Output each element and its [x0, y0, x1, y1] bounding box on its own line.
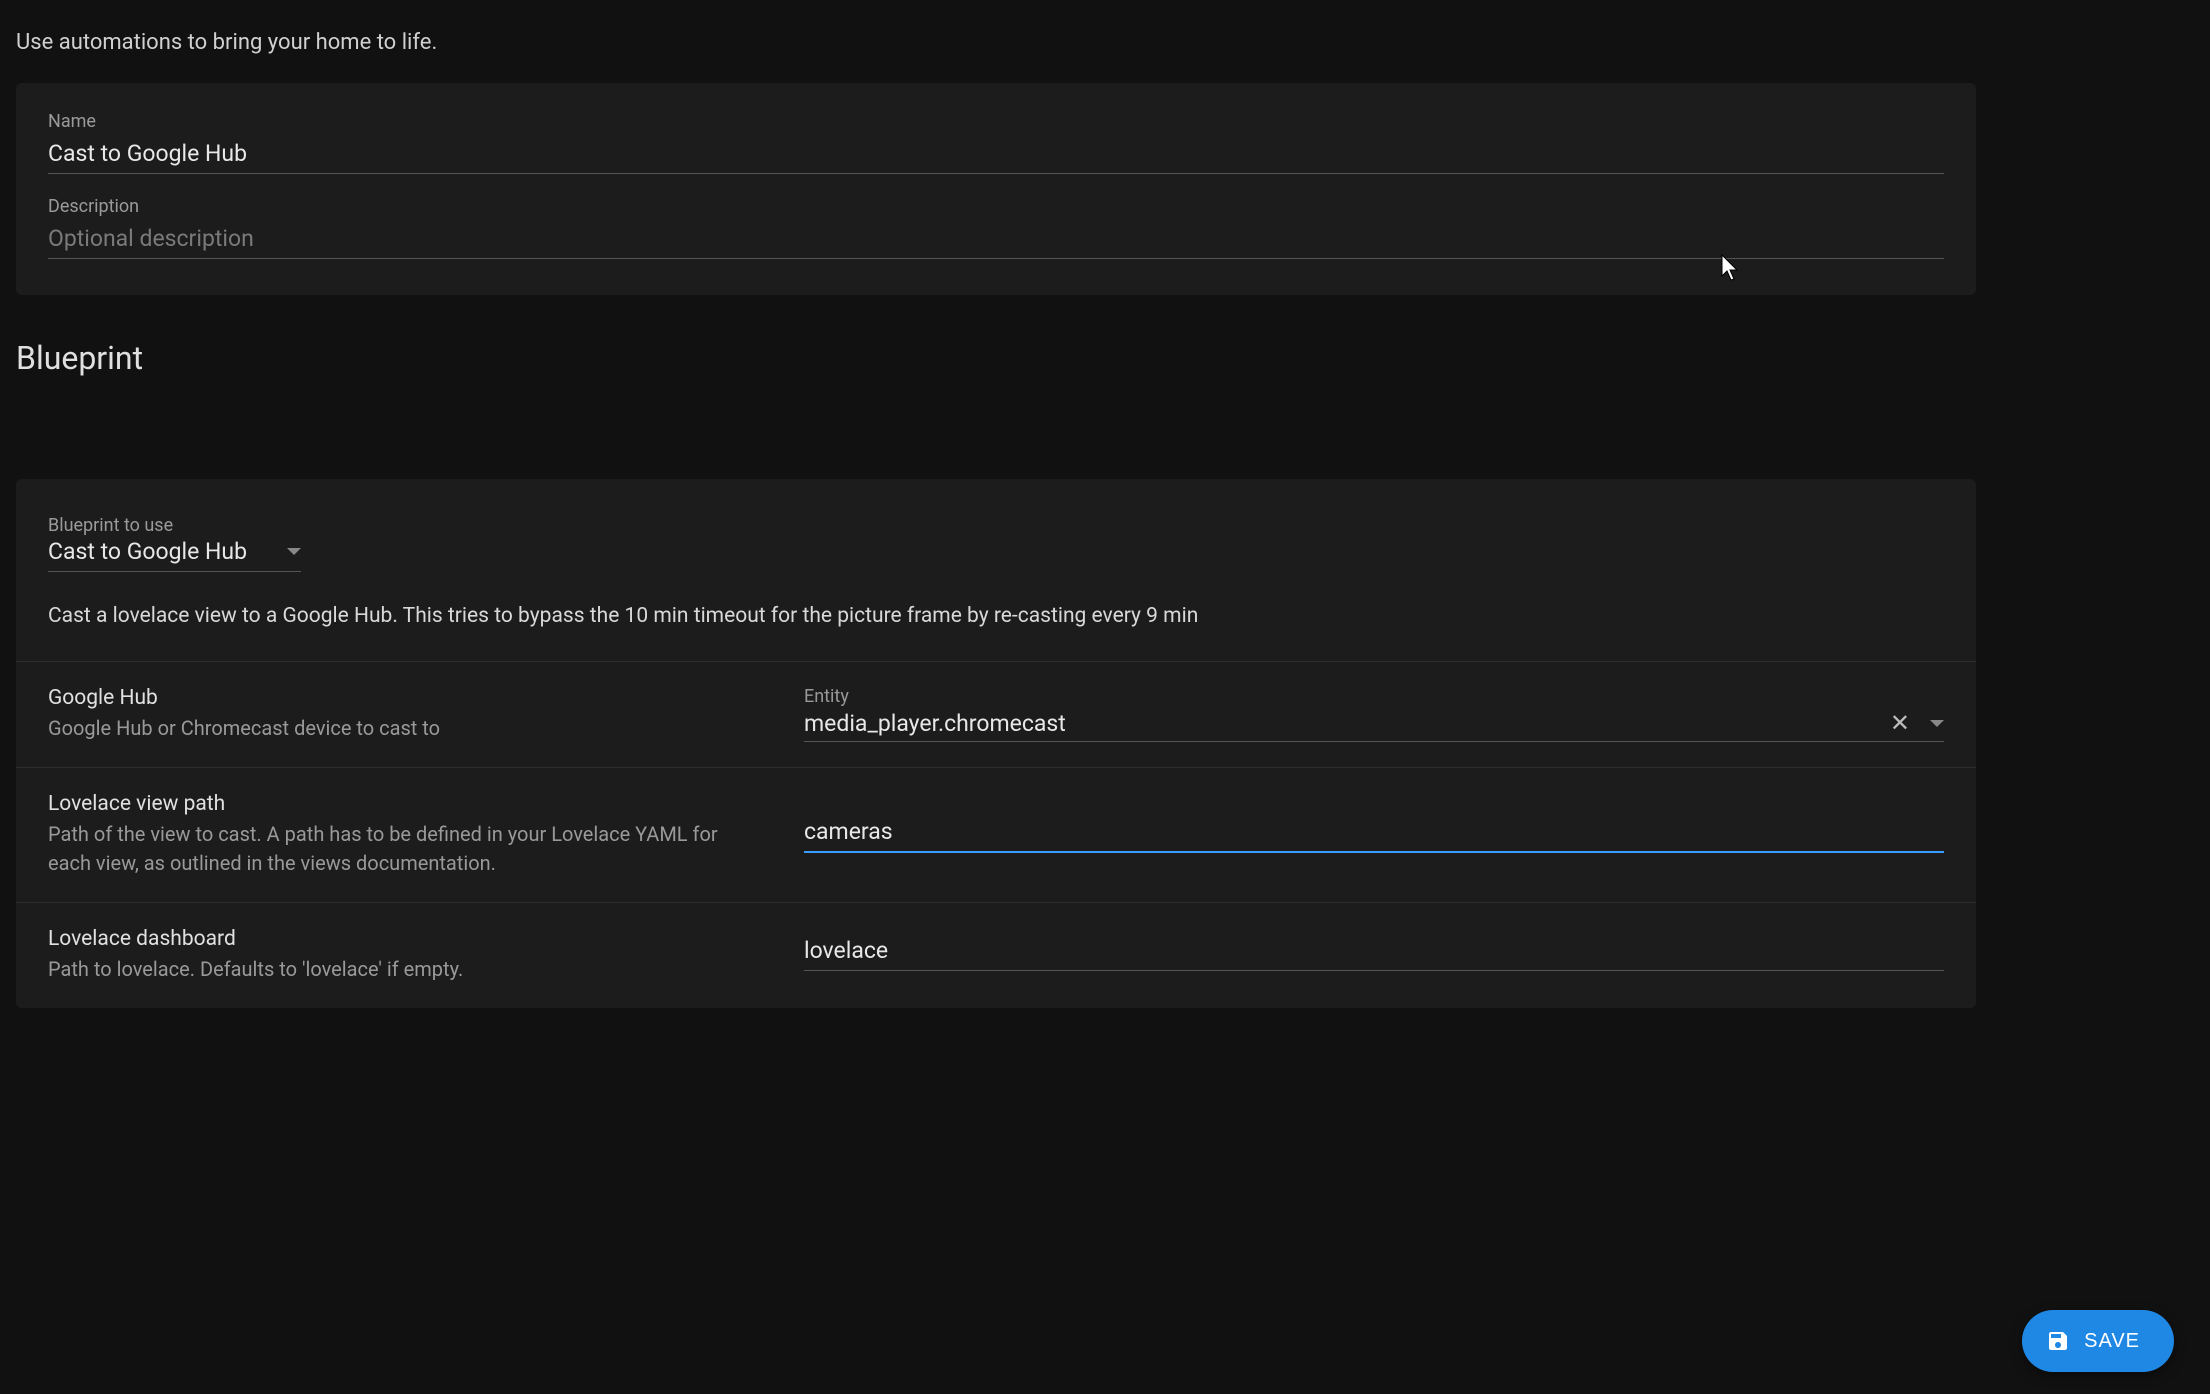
blueprint-heading: Blueprint	[16, 295, 2194, 407]
clear-icon[interactable]: ✕	[1878, 709, 1922, 737]
row-dashboard-right	[804, 927, 1944, 971]
row-google-hub-right: Entity ✕	[804, 686, 1944, 742]
row-dashboard-title: Lovelace dashboard	[48, 927, 764, 951]
blueprint-select-value: Cast to Google Hub	[48, 538, 247, 565]
name-input[interactable]	[48, 136, 1944, 174]
name-description-card: Name Description	[16, 83, 1976, 295]
description-input[interactable]	[48, 221, 1944, 259]
blueprint-header: Blueprint to use Cast to Google Hub Cast…	[16, 479, 1976, 662]
blueprint-description: Cast a lovelace view to a Google Hub. Th…	[48, 602, 1944, 631]
view-path-input[interactable]	[804, 818, 1944, 853]
description-field-wrap: Description	[48, 196, 1944, 259]
row-google-hub: Google Hub Google Hub or Chromecast devi…	[16, 662, 1976, 768]
row-dashboard-left: Lovelace dashboard Path to lovelace. Def…	[48, 927, 804, 984]
row-view-path-right	[804, 792, 1944, 853]
dashboard-input[interactable]	[804, 937, 1944, 971]
row-view-path-title: Lovelace view path	[48, 792, 764, 816]
name-field-wrap: Name	[48, 111, 1944, 174]
entity-input-wrap: ✕	[804, 709, 1944, 742]
row-google-hub-title: Google Hub	[48, 686, 764, 710]
chevron-down-icon	[287, 548, 301, 555]
blueprint-select-label: Blueprint to use	[48, 515, 1944, 536]
blueprint-select[interactable]: Cast to Google Hub	[48, 538, 301, 572]
save-button-label: SAVE	[2084, 1330, 2140, 1353]
description-label: Description	[48, 196, 1944, 217]
row-view-path-help: Path of the view to cast. A path has to …	[48, 820, 764, 878]
row-google-hub-help: Google Hub or Chromecast device to cast …	[48, 714, 764, 743]
name-label: Name	[48, 111, 1944, 132]
intro-text: Use automations to bring your home to li…	[16, 0, 2194, 83]
blueprint-card: Blueprint to use Cast to Google Hub Cast…	[16, 479, 1976, 1008]
row-dashboard: Lovelace dashboard Path to lovelace. Def…	[16, 903, 1976, 1008]
save-button[interactable]: SAVE	[2022, 1310, 2174, 1372]
entity-input[interactable]	[804, 710, 1878, 737]
dropdown-icon[interactable]	[1930, 720, 1944, 727]
row-google-hub-left: Google Hub Google Hub or Chromecast devi…	[48, 686, 804, 743]
row-view-path: Lovelace view path Path of the view to c…	[16, 768, 1976, 903]
row-view-path-left: Lovelace view path Path of the view to c…	[48, 792, 804, 878]
entity-label: Entity	[804, 686, 1944, 707]
row-dashboard-help: Path to lovelace. Defaults to 'lovelace'…	[48, 955, 764, 984]
save-icon	[2046, 1329, 2070, 1353]
